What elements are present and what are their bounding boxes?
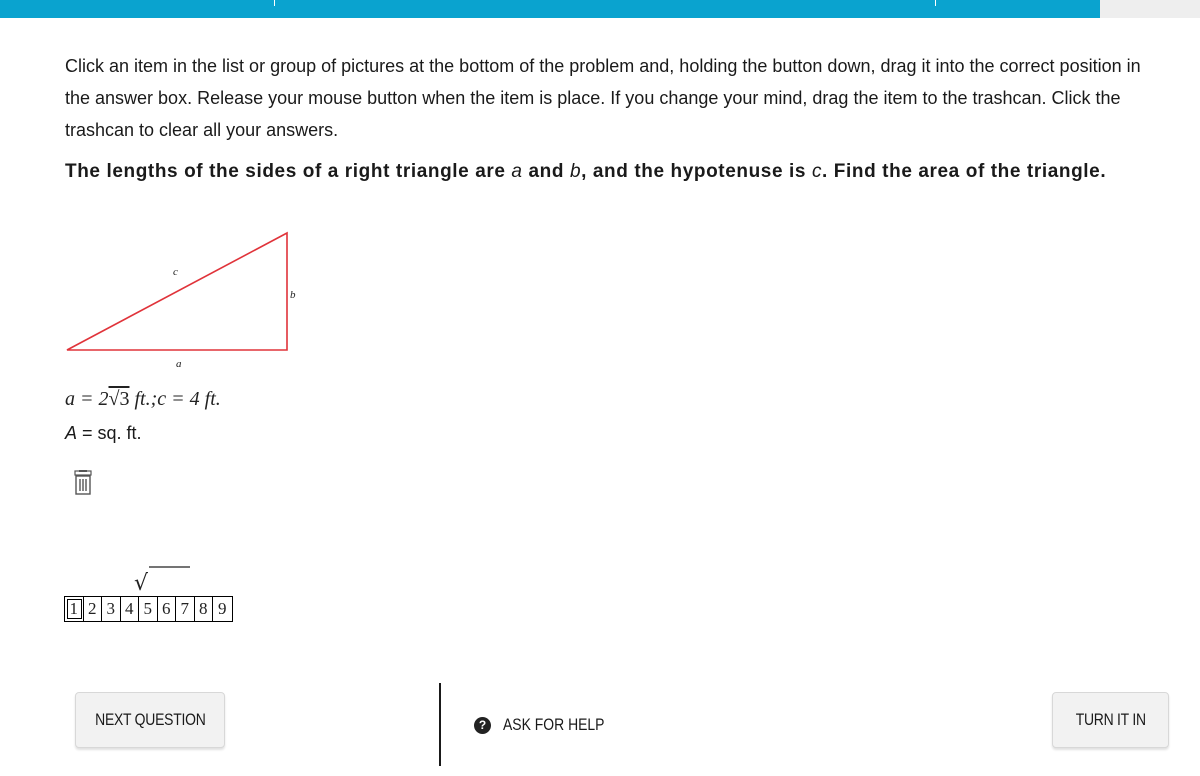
digit-tile[interactable]: 4 <box>121 597 139 621</box>
help-icon: ? <box>474 716 491 734</box>
progress-tick <box>935 0 936 6</box>
progress-tick <box>274 0 275 6</box>
label-a: a <box>176 358 182 370</box>
given-unit2: ft. <box>199 388 221 410</box>
digit-tile[interactable]: 1 <box>65 597 84 621</box>
digit-tile[interactable]: 6 <box>158 597 176 621</box>
top-progress-bar <box>0 0 1100 18</box>
trash-icon[interactable] <box>72 470 94 496</box>
answer-text: = sq. ft. <box>77 423 142 443</box>
question-text-part: . Find the area of the triangle. <box>822 161 1107 182</box>
triangle-shape <box>66 231 288 351</box>
variable-a: a <box>511 161 523 182</box>
digit-tile[interactable]: 3 <box>102 597 121 621</box>
sqrt-symbol: √ <box>134 571 149 595</box>
given-radical: √3 <box>108 388 130 410</box>
trash-icon-graphic <box>74 470 92 495</box>
given-unit1: ft.; <box>129 388 158 410</box>
question-text-part: and <box>522 161 570 182</box>
given-var-c: c <box>157 388 167 410</box>
next-question-button[interactable]: NEXT QUESTION <box>75 692 225 748</box>
top-bar-remainder <box>1100 0 1200 18</box>
given-eq2: = 4 <box>166 388 200 410</box>
ask-for-help-label: ASK FOR HELP <box>503 715 605 734</box>
label-b: b <box>290 289 296 301</box>
footer-divider <box>439 683 441 766</box>
sqrt-symbol-graphic: √ <box>134 566 190 596</box>
instructions-text: Click an item in the list or group of pi… <box>65 56 1141 140</box>
answer-variable: A <box>65 423 78 443</box>
answer-line: A = sq. ft. <box>65 423 142 444</box>
question-text-part: The lengths of the sides of a right tria… <box>65 161 512 182</box>
right-triangle-diagram: c b a <box>66 231 296 370</box>
next-question-label: NEXT QUESTION <box>94 710 206 729</box>
turn-it-in-button[interactable]: TURN IT IN <box>1052 692 1169 748</box>
question-text: The lengths of the sides of a right tria… <box>65 156 1145 188</box>
label-c: c <box>173 266 178 278</box>
given-values: a = 2√3 ft.;c = 4 ft. <box>65 388 221 411</box>
digit-tile[interactable]: 9 <box>213 597 232 621</box>
given-eq1: = 2 <box>75 388 109 410</box>
sqrt-tile[interactable]: √ <box>132 563 192 596</box>
digit-tiles: 1 2 3 4 5 6 7 8 9 <box>64 596 233 622</box>
given-var-a: a <box>65 388 75 410</box>
question-text-part: , and the hypotenuse is <box>581 161 812 182</box>
digit-tile[interactable]: 5 <box>139 597 158 621</box>
digit-tile[interactable]: 2 <box>84 597 102 621</box>
drag-palette: √ 1 2 3 4 5 6 7 8 9 <box>64 563 234 622</box>
digit-tile[interactable]: 8 <box>195 597 213 621</box>
variable-b: b <box>569 161 582 182</box>
turn-it-in-label: TURN IT IN <box>1075 710 1146 729</box>
digit-tile[interactable]: 7 <box>176 597 195 621</box>
ask-for-help-link[interactable]: ? ASK FOR HELP <box>474 710 627 740</box>
variable-c: c <box>811 161 823 182</box>
